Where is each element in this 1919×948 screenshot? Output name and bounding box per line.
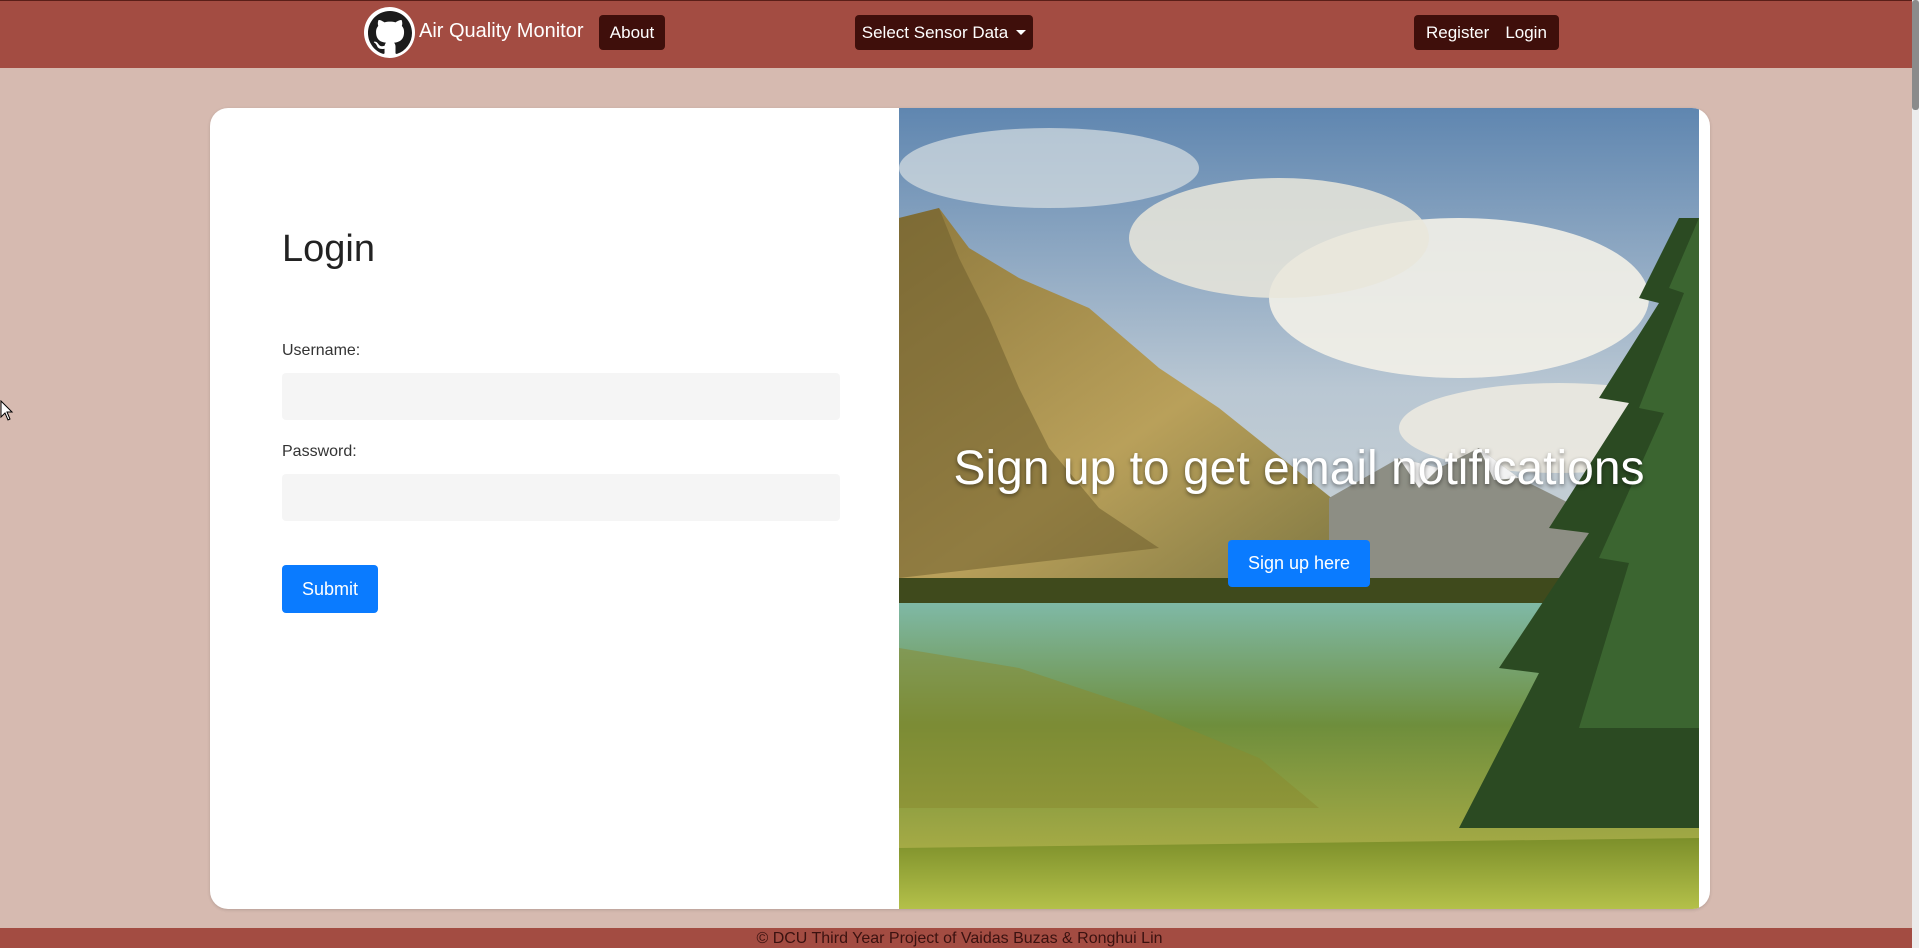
caret-down-icon: [1016, 30, 1027, 35]
submit-button[interactable]: Submit: [282, 565, 378, 613]
sensor-dropdown-label: Select Sensor Data: [861, 22, 1009, 42]
page-scrollbar[interactable]: [1912, 0, 1919, 948]
about-button[interactable]: About: [599, 15, 665, 50]
select-sensor-data-dropdown[interactable]: Select Sensor Data: [855, 15, 1033, 50]
github-logo-icon[interactable]: [364, 7, 415, 58]
auth-button-group: Register Login: [1414, 15, 1559, 50]
promo-landscape-panel: Sign up to get email notifications Sign …: [899, 108, 1699, 909]
password-label: Password:: [282, 443, 357, 460]
mouse-pointer-icon: [0, 400, 14, 421]
promo-headline: Sign up to get email notifications: [953, 442, 1645, 495]
sign-up-here-button[interactable]: Sign up here: [1228, 540, 1370, 587]
login-heading: Login: [282, 228, 375, 270]
top-navbar: Air Quality Monitor About Select Sensor …: [0, 0, 1919, 68]
login-button[interactable]: Login: [1505, 23, 1547, 43]
username-input[interactable]: [282, 373, 840, 420]
page-scrollbar-thumb[interactable]: [1912, 0, 1919, 110]
footer: © DCU Third Year Project of Vaidas Buzas…: [0, 928, 1919, 948]
password-input[interactable]: [282, 474, 840, 521]
landscape-image: [899, 108, 1699, 909]
username-label: Username:: [282, 342, 361, 359]
login-card: Login Username: Password: Submit Sign up…: [210, 108, 1710, 909]
register-button[interactable]: Register: [1426, 23, 1489, 43]
footer-copyright: © DCU Third Year Project of Vaidas Buzas…: [756, 930, 1163, 947]
brand-title[interactable]: Air Quality Monitor: [419, 20, 584, 43]
